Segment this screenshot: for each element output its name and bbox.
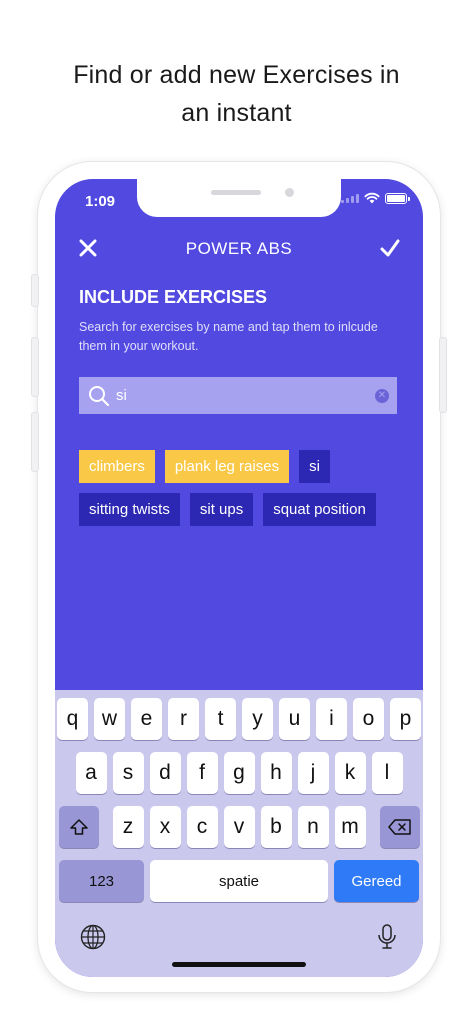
chip-climbers[interactable]: climbers [79,450,155,483]
key-i[interactable]: i [316,698,347,740]
notch [137,179,341,217]
search-input[interactable] [110,377,375,414]
key-e[interactable]: e [131,698,162,740]
key-b[interactable]: b [260,806,292,848]
section-title: INCLUDE EXERCISES [79,287,268,307]
headline-line-1: Find or add new Exercises in [73,61,400,89]
headline: Find or add new Exercises in an instant [0,56,473,132]
key-q[interactable]: q [57,698,88,740]
backspace-icon [387,819,411,835]
signal-icon [341,193,359,203]
chip-squat-position[interactable]: squat position [263,493,376,526]
camera [285,188,294,197]
app-screen: 1:09 POWER ABS INCLUDE EXERCISES Search … [55,179,423,977]
microphone-icon[interactable] [377,924,397,950]
phone-volume-up-button [31,337,39,397]
shift-icon [69,819,88,835]
key-w[interactable]: w [94,698,125,740]
search-icon [89,385,110,406]
nav-bar: POWER ABS [55,237,423,263]
key-m[interactable]: m [334,806,366,848]
done-key[interactable]: Gereed [334,860,419,902]
key-n[interactable]: n [297,806,329,848]
keyboard-row-2: a s d f g h j k l [55,752,423,794]
search-bar[interactable]: ✕ [79,377,397,414]
key-j[interactable]: j [297,752,329,794]
keyboard: q w e r t y u i o p a s d f g h j k l z … [55,690,423,977]
key-l[interactable]: l [371,752,403,794]
key-x[interactable]: x [149,806,181,848]
key-o[interactable]: o [353,698,384,740]
globe-icon[interactable] [80,924,106,950]
key-s[interactable]: s [112,752,144,794]
keyboard-row-1: q w e r t y u i o p [55,698,423,740]
backspace-key[interactable] [379,806,420,848]
key-g[interactable]: g [223,752,255,794]
phone-side-button [31,274,39,307]
status-time: 1:09 [85,193,116,210]
key-k[interactable]: k [334,752,366,794]
speaker [211,190,261,195]
key-f[interactable]: f [186,752,218,794]
status-icons [341,192,410,204]
keyboard-row-3: z x c v b n m [55,806,423,848]
phone-power-button [439,337,447,413]
keyboard-row-4: 123 spatie Gereed [55,860,423,902]
chip-si[interactable]: si [299,450,330,483]
nav-title: POWER ABS [185,239,293,258]
exercise-chips: climbers plank leg raises si sitting twi… [79,450,399,526]
key-a[interactable]: a [75,752,107,794]
chip-sitting-twists[interactable]: sitting twists [79,493,180,526]
key-t[interactable]: t [205,698,236,740]
battery-icon [385,192,410,204]
key-u[interactable]: u [279,698,310,740]
key-v[interactable]: v [223,806,255,848]
phone-volume-down-button [31,412,39,472]
home-indicator [172,962,306,967]
key-h[interactable]: h [260,752,292,794]
space-key[interactable]: spatie [150,860,328,902]
headline-line-2: an instant [181,99,292,127]
shift-key[interactable] [58,806,99,848]
section-description: Search for exercises by name and tap the… [79,320,378,353]
key-c[interactable]: c [186,806,218,848]
key-p[interactable]: p [390,698,421,740]
key-d[interactable]: d [149,752,181,794]
clear-icon[interactable]: ✕ [375,388,389,403]
wifi-icon [364,192,380,204]
key-y[interactable]: y [242,698,273,740]
checkmark-icon[interactable] [379,237,401,259]
key-r[interactable]: r [168,698,199,740]
numbers-key[interactable]: 123 [59,860,144,902]
chip-plank-leg-raises[interactable]: plank leg raises [164,450,290,483]
key-z[interactable]: z [112,806,144,848]
chip-sit-ups[interactable]: sit ups [189,493,254,526]
